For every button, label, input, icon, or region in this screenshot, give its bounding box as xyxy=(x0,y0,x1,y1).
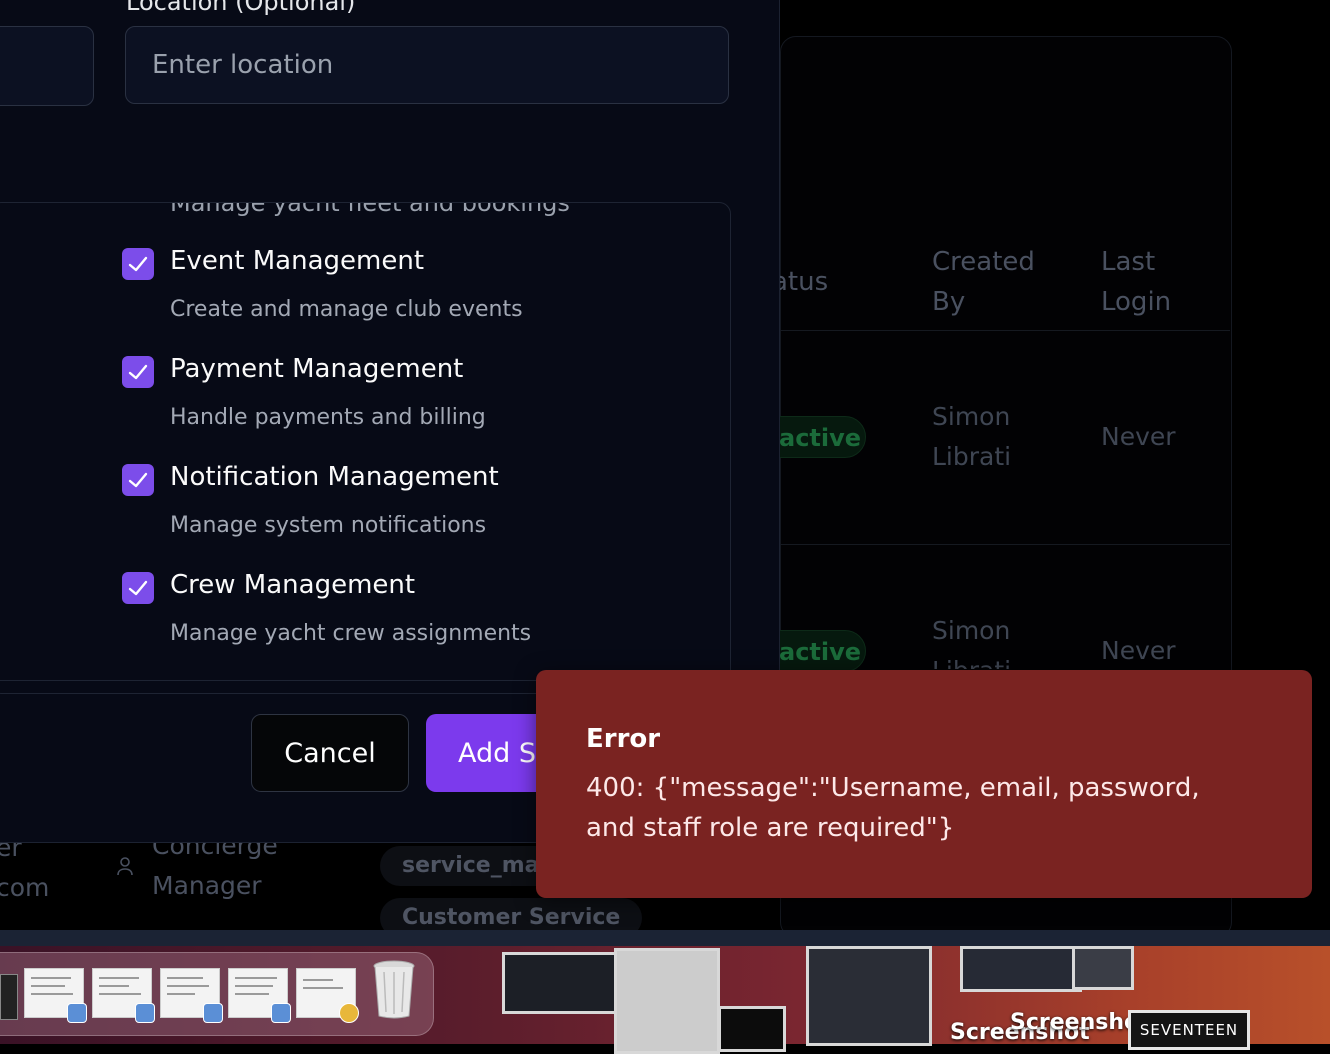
table-header-created-by: Created By xyxy=(932,247,1035,317)
document-thumbnail-icon[interactable] xyxy=(296,968,359,1023)
created-by-cell: Simon Librati xyxy=(932,402,1012,471)
window-bottom-edge xyxy=(0,930,1330,946)
last-login-cell: Never xyxy=(1101,422,1176,451)
permission-checkbox[interactable] xyxy=(122,248,154,280)
desktop-screenshot-thumbnail[interactable] xyxy=(960,946,1082,992)
permission-checkbox[interactable] xyxy=(122,356,154,388)
document-thumbnail-icon[interactable] xyxy=(160,968,223,1023)
permission-title: Crew Management xyxy=(170,570,416,600)
checkmark-icon xyxy=(128,580,148,596)
document-thumbnail-icon[interactable] xyxy=(228,968,291,1023)
desktop-screenshot-thumbnail[interactable] xyxy=(806,946,932,1046)
error-toast[interactable]: Error 400: {"message":"Username, email, … xyxy=(536,670,1312,898)
table-header-status: atus xyxy=(772,267,829,297)
location-label: Location (Optional) xyxy=(126,0,356,16)
permission-description: Manage yacht crew assignments xyxy=(170,621,532,646)
table-divider xyxy=(780,330,1230,331)
desktop-screenshot-thumbnail[interactable] xyxy=(718,1006,786,1052)
permission-title: Payment Management xyxy=(170,354,464,384)
cancel-button[interactable]: Cancel xyxy=(251,714,409,792)
user-icon xyxy=(116,856,134,880)
permission-title: Event Management xyxy=(170,246,425,276)
document-thumbnail-icon[interactable] xyxy=(92,968,155,1023)
desktop-screenshot-thumbnail[interactable] xyxy=(502,952,624,1014)
checkmark-icon xyxy=(128,364,148,380)
permission-description: Create and manage club events xyxy=(170,297,523,322)
location-input[interactable] xyxy=(126,27,728,103)
permission-checkbox[interactable] xyxy=(122,572,154,604)
permission-description: Manage system notifications xyxy=(170,513,487,538)
permission-title: Notification Management xyxy=(170,462,499,492)
permission-checkbox[interactable] xyxy=(122,464,154,496)
finder-icon[interactable] xyxy=(0,974,18,1020)
trash-icon[interactable] xyxy=(372,958,416,1020)
desktop-screenshot-thumbnail[interactable] xyxy=(1072,946,1134,990)
document-thumbnail-icon[interactable] xyxy=(24,968,87,1023)
table-divider xyxy=(780,544,1230,545)
table-header-last-login: Last Login xyxy=(1101,247,1172,317)
permission-description-clipped: Manage yacht fleet and bookings xyxy=(170,202,570,217)
adjacent-input[interactable] xyxy=(0,26,94,106)
chrome-icon xyxy=(339,1003,359,1023)
permission-description: Handle payments and billing xyxy=(170,405,486,430)
toast-message: 400: {"message":"Username, email, passwo… xyxy=(586,773,1200,843)
location-field-wrapper xyxy=(125,26,729,104)
checkmark-icon xyxy=(128,472,148,488)
permissions-list[interactable]: Manage yacht fleet and bookings Event Ma… xyxy=(0,202,731,694)
desktop-screenshot-thumbnail[interactable] xyxy=(614,948,720,1054)
toast-title: Error xyxy=(586,724,661,754)
desktop-file-label[interactable]: SEVENTEEN xyxy=(1128,1010,1250,1050)
created-by-cell: Simon Librati xyxy=(932,616,1011,669)
checkmark-icon xyxy=(128,256,148,272)
last-login-cell: Never xyxy=(1101,636,1176,665)
